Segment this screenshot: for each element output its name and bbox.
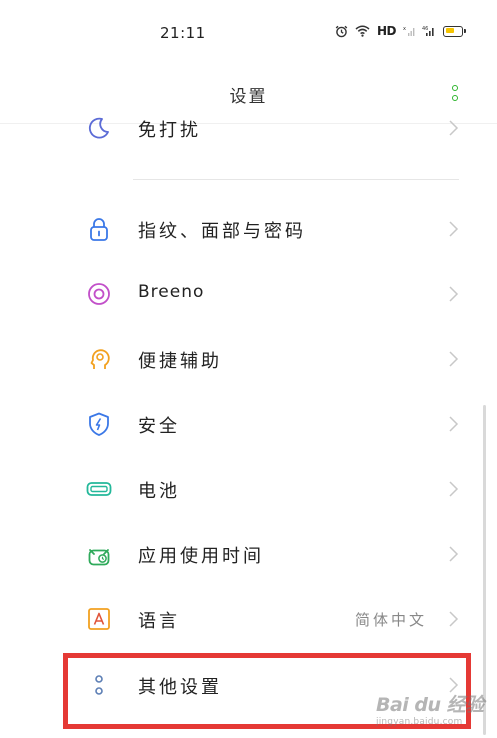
header-overlay (0, 60, 497, 124)
settings-item-breeno[interactable]: Breeno (0, 262, 497, 326)
settings-item-label: 指纹、面部与密码 (138, 221, 306, 242)
alarm-icon (335, 25, 348, 38)
wifi-icon (355, 25, 370, 37)
scrollbar[interactable] (483, 405, 486, 735)
section-divider (133, 179, 459, 180)
svg-text:46: 46 (422, 26, 428, 32)
watermark-main: Bai du 经验 (376, 694, 484, 716)
settings-item-fingerprint-face-password[interactable]: 指纹、面部与密码 (0, 197, 497, 261)
status-bar: 21:11 HD x 46 (0, 0, 497, 60)
settings-item-security[interactable]: 安全 (0, 392, 497, 456)
settings-item-convenience-assist[interactable]: 便捷辅助 (0, 327, 497, 391)
svg-text:x: x (403, 26, 406, 32)
settings-item-label: 应用使用时间 (138, 546, 264, 567)
settings-item-battery[interactable]: 电池 (0, 457, 497, 521)
battery-icon (443, 25, 466, 37)
language-value: 简体中文 (354, 611, 427, 629)
status-icons: HD x 46 (335, 24, 466, 38)
chevron-right-icon (449, 351, 459, 367)
breeno-icon (86, 281, 112, 307)
status-time: 21:11 (160, 24, 206, 42)
battery-level (445, 28, 454, 33)
settings-item-label: Breeno (138, 282, 205, 302)
settings-item-label: 电池 (138, 481, 180, 502)
shield-icon (86, 411, 112, 437)
language-icon (86, 606, 112, 632)
lock-icon (86, 216, 112, 242)
chevron-right-icon (449, 481, 459, 497)
assist-head-icon (86, 346, 112, 372)
chevron-right-icon (449, 221, 459, 237)
network-label: HD (376, 24, 397, 38)
chevron-right-icon (449, 546, 459, 562)
battery-icon (86, 476, 112, 502)
settings-item-label: 安全 (138, 416, 180, 437)
chevron-right-icon (449, 611, 459, 627)
chevron-right-icon (449, 286, 459, 302)
watermark-sub: jingyan.baidu.com (376, 717, 463, 727)
app-timer-icon (86, 541, 112, 567)
settings-item-label: 便捷辅助 (138, 351, 222, 372)
settings-item-label: 语言 (138, 611, 180, 632)
signal-icon: x (403, 25, 415, 37)
settings-item-language[interactable]: 语言 简体中文 (0, 587, 497, 651)
baidu-watermark: Bai du 经验 jingyan.baidu.com (376, 690, 488, 727)
chevron-right-icon (449, 416, 459, 432)
signal-icon: 46 (422, 25, 436, 37)
settings-item-app-usage-time[interactable]: 应用使用时间 (0, 522, 497, 586)
